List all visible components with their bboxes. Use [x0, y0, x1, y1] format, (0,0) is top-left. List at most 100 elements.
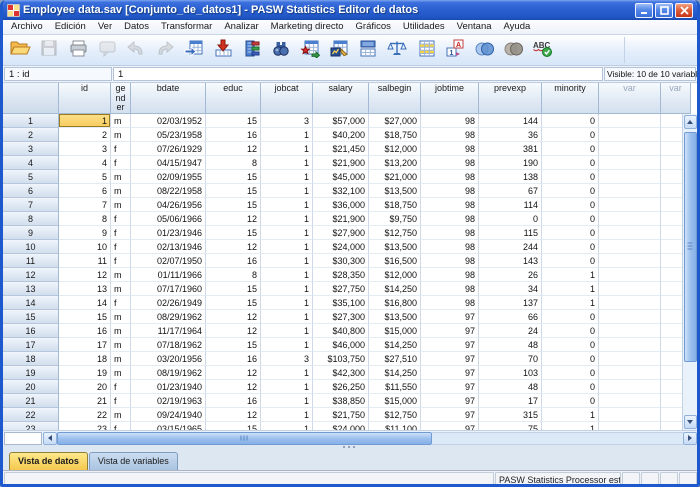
row-header-5[interactable]: 5	[3, 170, 59, 184]
cell-19-jobcat[interactable]: 1	[261, 366, 313, 380]
cell-18-id[interactable]: 18	[59, 352, 111, 366]
cell-12-bdate[interactable]: 01/11/1966	[131, 268, 206, 282]
row-header-19[interactable]: 19	[3, 366, 59, 380]
cell-20-jobcat[interactable]: 1	[261, 380, 313, 394]
cell-8-prevexp[interactable]: 0	[479, 212, 542, 226]
cell-23-id[interactable]: 23	[59, 422, 111, 430]
cell-2-salary[interactable]: $40,200	[313, 128, 369, 142]
cell-4-salary[interactable]: $21,900	[313, 156, 369, 170]
cell-1-salary[interactable]: $57,000	[313, 114, 369, 128]
cell-8-bdate[interactable]: 05/06/1966	[131, 212, 206, 226]
horizontal-scroll-track[interactable]	[432, 432, 683, 445]
cell-15-salbegin[interactable]: $13,500	[369, 310, 421, 324]
row-header-14[interactable]: 14	[3, 296, 59, 310]
row-header-20[interactable]: 20	[3, 380, 59, 394]
cell-13-bdate[interactable]: 07/17/1960	[131, 282, 206, 296]
cell-9-jobtime[interactable]: 98	[421, 226, 479, 240]
pane-splitter-box[interactable]	[4, 432, 42, 445]
insert-variable-button[interactable]	[324, 37, 353, 64]
cell-4-jobcat[interactable]: 1	[261, 156, 313, 170]
cell-13-id[interactable]: 13	[59, 282, 111, 296]
cell-16-educ[interactable]: 12	[206, 324, 261, 338]
cell-14-bdate[interactable]: 02/26/1949	[131, 296, 206, 310]
cell-8-gender[interactable]: f	[111, 212, 131, 226]
select-cases-button[interactable]	[411, 37, 440, 64]
cell-23-jobcat[interactable]: 1	[261, 422, 313, 430]
column-header-var2[interactable]: var	[661, 83, 691, 114]
scroll-down-arrow[interactable]	[684, 415, 697, 429]
cell-8-minority[interactable]: 0	[542, 212, 599, 226]
cell-2-jobtime[interactable]: 98	[421, 128, 479, 142]
column-header-minority[interactable]: minority	[542, 83, 599, 114]
cell-7-var1[interactable]	[599, 198, 661, 212]
tab-vista-de-variables[interactable]: Vista de variables	[89, 452, 178, 470]
cell-7-id[interactable]: 7	[59, 198, 111, 212]
cell-22-salary[interactable]: $21,750	[313, 408, 369, 422]
cell-22-prevexp[interactable]: 315	[479, 408, 542, 422]
cell-14-salbegin[interactable]: $16,800	[369, 296, 421, 310]
cell-12-jobcat[interactable]: 1	[261, 268, 313, 282]
cell-11-id[interactable]: 11	[59, 254, 111, 268]
cell-13-salbegin[interactable]: $14,250	[369, 282, 421, 296]
cell-13-jobtime[interactable]: 98	[421, 282, 479, 296]
horizontal-scrollbar[interactable]	[3, 430, 697, 445]
cell-10-jobcat[interactable]: 1	[261, 240, 313, 254]
cell-23-salbegin[interactable]: $11,100	[369, 422, 421, 430]
variables-info-button[interactable]	[237, 37, 266, 64]
cell-21-id[interactable]: 21	[59, 394, 111, 408]
close-button[interactable]	[675, 3, 693, 18]
cell-12-gender[interactable]: m	[111, 268, 131, 282]
cell-14-jobcat[interactable]: 1	[261, 296, 313, 310]
cell-14-minority[interactable]: 1	[542, 296, 599, 310]
cell-17-minority[interactable]: 0	[542, 338, 599, 352]
cell-2-gender[interactable]: m	[111, 128, 131, 142]
use-variable-sets-button[interactable]	[469, 37, 498, 64]
cell-10-id[interactable]: 10	[59, 240, 111, 254]
cell-7-salbegin[interactable]: $18,750	[369, 198, 421, 212]
cell-15-minority[interactable]: 0	[542, 310, 599, 324]
cell-17-jobcat[interactable]: 1	[261, 338, 313, 352]
cell-3-prevexp[interactable]: 381	[479, 142, 542, 156]
cell-22-var1[interactable]	[599, 408, 661, 422]
cell-18-minority[interactable]: 0	[542, 352, 599, 366]
cell-6-jobcat[interactable]: 1	[261, 184, 313, 198]
cell-7-salary[interactable]: $36,000	[313, 198, 369, 212]
cell-23-salary[interactable]: $24,000	[313, 422, 369, 430]
cell-2-educ[interactable]: 16	[206, 128, 261, 142]
cell-12-salbegin[interactable]: $12,000	[369, 268, 421, 282]
splitter-grip[interactable]	[343, 446, 357, 448]
cell-8-salary[interactable]: $21,900	[313, 212, 369, 226]
cell-19-salbegin[interactable]: $14,250	[369, 366, 421, 380]
menu-gr-ficos[interactable]: Gráficos	[350, 20, 397, 34]
cell-7-prevexp[interactable]: 114	[479, 198, 542, 212]
menu-datos[interactable]: Datos	[118, 20, 155, 34]
column-header-jobtime[interactable]: jobtime	[421, 83, 479, 114]
show-all-variables-button[interactable]	[498, 37, 527, 64]
scroll-up-arrow[interactable]	[684, 115, 697, 129]
cell-4-prevexp[interactable]: 190	[479, 156, 542, 170]
cell-18-var1[interactable]	[599, 352, 661, 366]
column-header-id[interactable]: id	[59, 83, 111, 114]
column-header-salbegin[interactable]: salbegin	[369, 83, 421, 114]
cell-10-educ[interactable]: 12	[206, 240, 261, 254]
cell-3-educ[interactable]: 12	[206, 142, 261, 156]
cell-5-bdate[interactable]: 02/09/1955	[131, 170, 206, 184]
cell-22-id[interactable]: 22	[59, 408, 111, 422]
cell-16-id[interactable]: 16	[59, 324, 111, 338]
cell-5-jobtime[interactable]: 98	[421, 170, 479, 184]
cell-19-jobtime[interactable]: 97	[421, 366, 479, 380]
cell-12-id[interactable]: 12	[59, 268, 111, 282]
title-bar[interactable]: Employee data.sav [Conjunto_de_datos1] -…	[3, 0, 697, 20]
cell-3-bdate[interactable]: 07/26/1929	[131, 142, 206, 156]
cell-17-salary[interactable]: $46,000	[313, 338, 369, 352]
cell-18-educ[interactable]: 16	[206, 352, 261, 366]
goto-variable-button[interactable]	[208, 37, 237, 64]
cell-19-bdate[interactable]: 08/19/1962	[131, 366, 206, 380]
cell-8-id[interactable]: 8	[59, 212, 111, 226]
row-header-16[interactable]: 16	[3, 324, 59, 338]
cell-9-prevexp[interactable]: 115	[479, 226, 542, 240]
cell-11-jobcat[interactable]: 1	[261, 254, 313, 268]
cell-11-var1[interactable]	[599, 254, 661, 268]
cell-15-educ[interactable]: 12	[206, 310, 261, 324]
cell-5-id[interactable]: 5	[59, 170, 111, 184]
